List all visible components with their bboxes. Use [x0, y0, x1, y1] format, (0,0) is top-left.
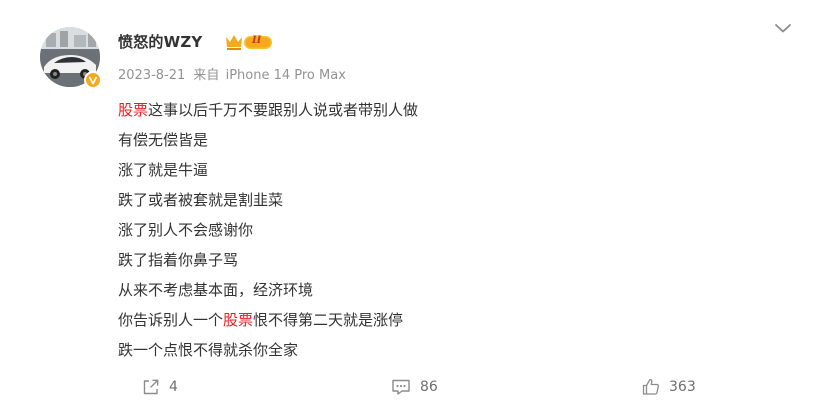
post-text-line: 你告诉别人一个股票恨不得第二天就是涨停 [118, 305, 758, 335]
verified-badge-icon [84, 71, 102, 89]
author-name[interactable]: 愤怒的WZY [118, 31, 202, 52]
post-text-line: 跌了指着你鼻子骂 [118, 245, 758, 275]
text-segment: 涨了就是牛逼 [118, 161, 209, 179]
post-date[interactable]: 2023-8-21 [118, 68, 185, 83]
post-text: 股票这事以后千万不要跟别人说或者带别人做 有偿无偿皆是 涨了就是牛逼 跌了或者被套就是… [118, 95, 758, 365]
post-text-line: 有偿无偿皆是 [118, 125, 758, 155]
source-prefix: 来自 [193, 68, 220, 83]
text-segment: 跌一个点恨不得就杀你全家 [118, 341, 299, 359]
share-icon [143, 379, 159, 395]
comment-icon [392, 379, 410, 395]
avatar[interactable] [40, 27, 102, 89]
text-segment: 这事以后千万不要跟别人说或者带别人做 [148, 101, 419, 119]
weibo-post-card: 愤怒的WZY II 2023-8-21 来自 iPhone 14 Pro Max… [0, 0, 833, 410]
share-count: 4 [169, 379, 178, 395]
comment-button[interactable]: 86 [390, 372, 438, 402]
comment-count: 86 [420, 379, 438, 395]
share-button[interactable]: 4 [141, 372, 178, 402]
topic-link[interactable]: 股票 [223, 311, 253, 329]
thumbs-up-icon [642, 378, 659, 395]
text-segment: 涨了别人不会感谢你 [118, 221, 254, 239]
text-segment: 从来不考虑基本面，经济环境 [118, 281, 314, 299]
post-text-line: 股票这事以后千万不要跟别人说或者带别人做 [118, 95, 758, 125]
source-device: iPhone 14 Pro Max [225, 68, 346, 83]
post-text-line: 跌一个点恨不得就杀你全家 [118, 335, 758, 365]
action-bar: 4 86 363 [0, 372, 833, 402]
post-text-line: 跌了或者被套就是割韭菜 [118, 185, 758, 215]
like-count: 363 [669, 379, 696, 395]
vip-level-label: II [252, 35, 262, 46]
post-text-line: 涨了就是牛逼 [118, 155, 758, 185]
post-text-line: 从来不考虑基本面，经济环境 [118, 275, 758, 305]
text-segment: 你告诉别人一个 [118, 311, 224, 329]
text-segment: 有偿无偿皆是 [118, 131, 209, 149]
text-segment: 跌了指着你鼻子骂 [118, 251, 239, 269]
like-button[interactable]: 363 [641, 372, 696, 402]
text-segment: 恨不得第二天就是涨停 [253, 311, 404, 329]
vip-crown-icon[interactable]: II [225, 33, 275, 51]
chevron-down-icon[interactable] [774, 22, 792, 34]
post-meta: 2023-8-21 来自 iPhone 14 Pro Max [118, 64, 350, 83]
text-segment: 跌了或者被套就是割韭菜 [118, 191, 284, 209]
topic-link[interactable]: 股票 [118, 101, 148, 119]
post-text-line: 涨了别人不会感谢你 [118, 215, 758, 245]
